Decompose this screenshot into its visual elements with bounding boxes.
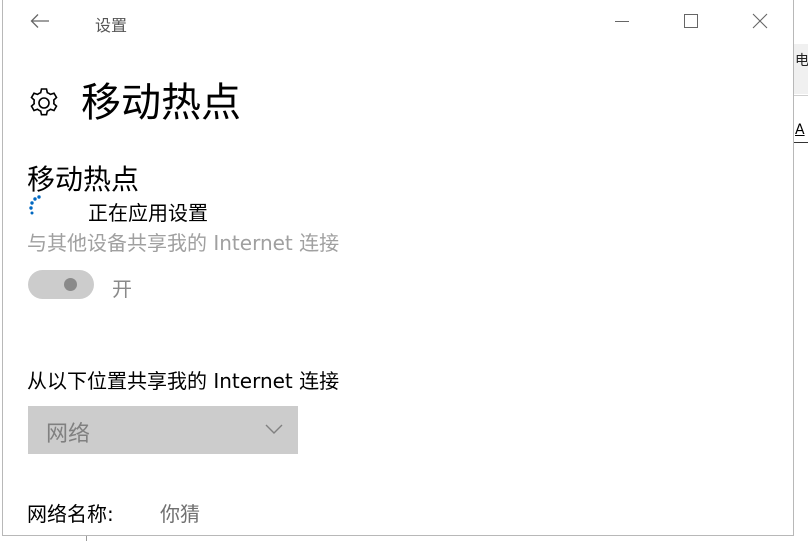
toggle-knob — [64, 278, 77, 291]
minimize-icon — [615, 21, 629, 22]
settings-window: 设置 移动热点 移动热点 正在应用设置 与其他设备共享我的 Internet 连… — [2, 0, 794, 536]
background-link: A — [795, 122, 805, 138]
maximize-icon — [684, 14, 698, 28]
maximize-button[interactable] — [662, 0, 720, 42]
background-text: 电话 — [795, 53, 808, 69]
page-title: 移动热点 — [81, 80, 241, 126]
status-text: 正在应用设置 — [88, 201, 208, 225]
network-name-value: 你猜 — [160, 502, 200, 526]
window-title: 设置 — [95, 16, 128, 35]
title-bar: 设置 — [3, 0, 793, 42]
share-from-label: 从以下位置共享我的 Internet 连接 — [27, 369, 340, 393]
chevron-down-icon — [265, 424, 283, 434]
close-button[interactable] — [731, 0, 789, 42]
back-button[interactable] — [23, 6, 57, 36]
progress-spinner-icon — [29, 195, 41, 215]
toggle-label: 开 — [112, 277, 132, 301]
share-from-dropdown[interactable]: 网络 — [28, 406, 298, 454]
background-rule — [794, 142, 808, 143]
minimize-button[interactable] — [593, 0, 651, 42]
hotspot-toggle[interactable] — [28, 270, 94, 299]
close-icon — [752, 13, 768, 29]
background-window: 电话 A — [794, 0, 808, 541]
network-name-label: 网络名称: — [27, 502, 114, 526]
arrow-left-icon — [30, 14, 49, 28]
page-header: 移动热点 — [27, 78, 241, 128]
dropdown-selected-value: 网络 — [46, 422, 91, 447]
gear-icon — [30, 88, 58, 116]
hotspot-description: 与其他设备共享我的 Internet 连接 — [27, 231, 340, 255]
background-edge — [86, 536, 87, 541]
background-divider — [794, 95, 808, 96]
section-title: 移动热点 — [27, 163, 140, 196]
